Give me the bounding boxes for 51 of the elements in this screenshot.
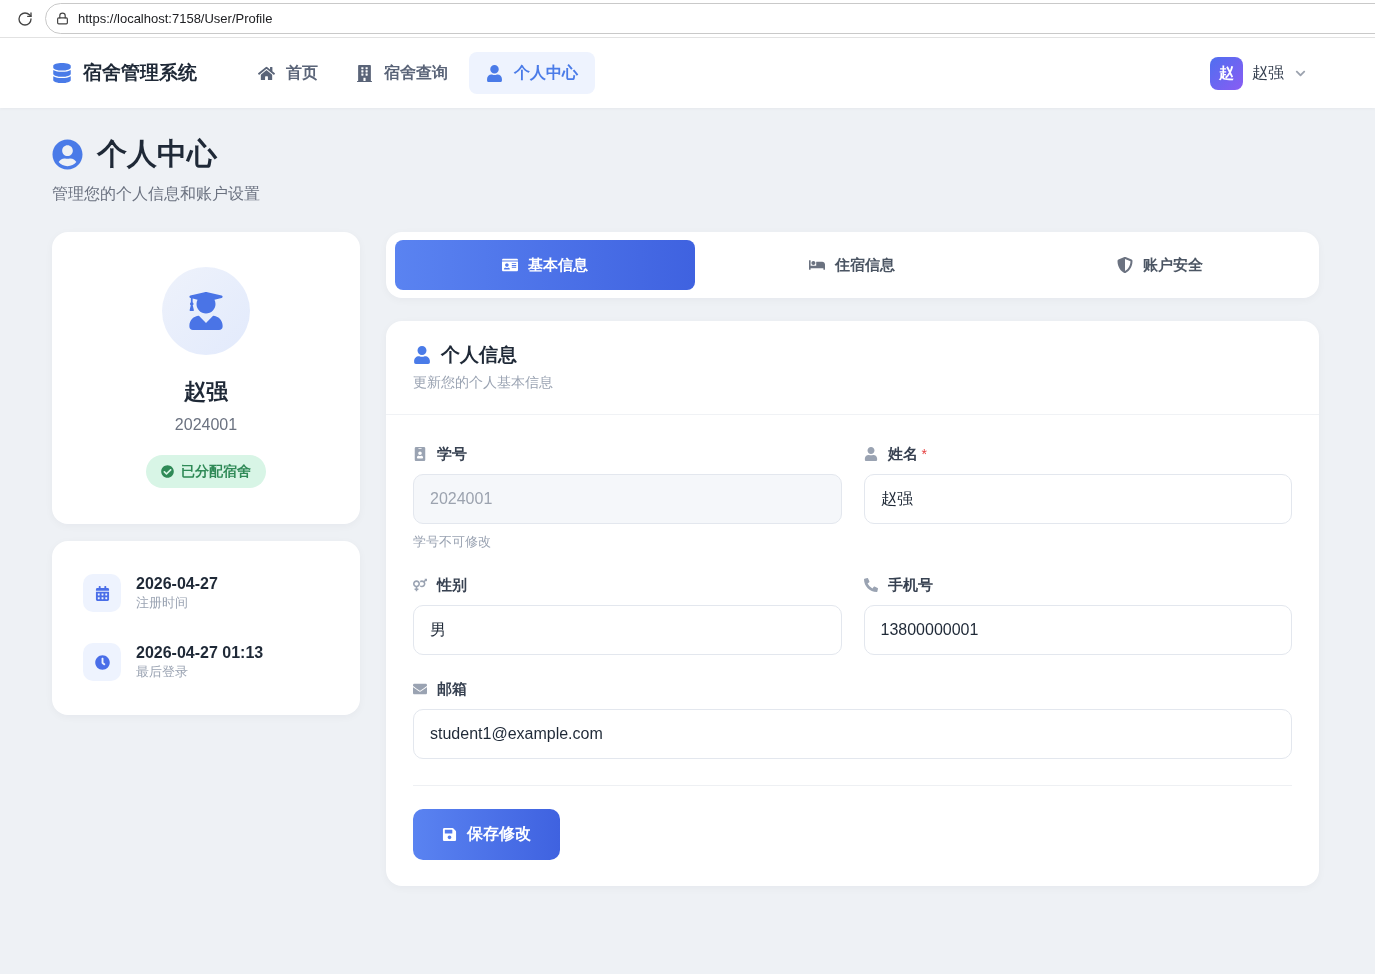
form-title: 个人信息 — [441, 343, 517, 367]
nav-link[interactable]: 个人中心 — [469, 52, 595, 94]
user-icon — [413, 346, 431, 364]
user-avatar[interactable]: 赵 — [1210, 56, 1243, 90]
id-badge-icon — [413, 447, 427, 461]
field-hint: 学号不可修改 — [413, 533, 491, 551]
text-input[interactable]: 赵强 — [863, 474, 1292, 524]
home-icon — [258, 64, 275, 82]
user-name[interactable]: 赵强 — [1252, 62, 1284, 84]
field-label: 姓名 — [887, 444, 918, 464]
nav-link[interactable]: 首页 — [241, 52, 335, 94]
info-value: 2026-04-27 — [136, 574, 218, 594]
shield-icon — [1117, 257, 1134, 273]
nav-link[interactable]: 宿舍查询 — [339, 52, 465, 94]
tab[interactable]: 住宿信息 — [702, 240, 1003, 290]
student-number: 2024001 — [174, 415, 238, 435]
text-input[interactable]: 男 — [413, 605, 842, 655]
field-label: 学号 — [437, 444, 467, 464]
info-label: 注册时间 — [136, 594, 188, 612]
tab[interactable]: 基本信息 — [395, 240, 695, 290]
calendar-icon — [83, 574, 121, 612]
building-icon — [356, 64, 373, 82]
envelope-icon — [413, 682, 427, 696]
page-title: 个人中心 — [97, 136, 217, 172]
field-label: 手机号 — [887, 575, 933, 595]
info-label: 最后登录 — [136, 663, 188, 681]
profile-name: 赵强 — [184, 378, 228, 406]
id-card-icon — [501, 257, 518, 273]
form-subtitle: 更新您的个人基本信息 — [413, 373, 553, 392]
address-field[interactable]: https://localhost:7158/User/Profile — [45, 3, 1375, 34]
reload-icon[interactable] — [17, 10, 33, 27]
clock-icon — [83, 643, 121, 681]
field-label: 性别 — [437, 575, 467, 595]
text-input[interactable]: 13800000001 — [863, 605, 1292, 655]
database-icon — [52, 63, 72, 83]
text-input[interactable]: student1@example.com — [413, 709, 1292, 759]
brand-name: 宿舍管理系统 — [83, 61, 197, 85]
save-button[interactable]: 保存修改 — [413, 809, 560, 860]
page-subtitle: 管理您的个人信息和账户设置 — [52, 184, 260, 204]
info-value: 2026-04-27 01:13 — [136, 643, 264, 663]
lock-icon — [56, 12, 69, 25]
url-text: https://localhost:7158/User/Profile — [78, 11, 273, 26]
user-icon — [486, 64, 503, 82]
gender-icon — [413, 578, 427, 592]
phone-icon — [863, 578, 878, 592]
field-label: 邮箱 — [437, 679, 467, 699]
tab[interactable]: 账户安全 — [1010, 240, 1310, 290]
required-mark: * — [921, 446, 927, 462]
bed-icon — [809, 257, 826, 273]
status-text: 已分配宿舍 — [181, 462, 251, 481]
user-icon — [863, 447, 878, 461]
